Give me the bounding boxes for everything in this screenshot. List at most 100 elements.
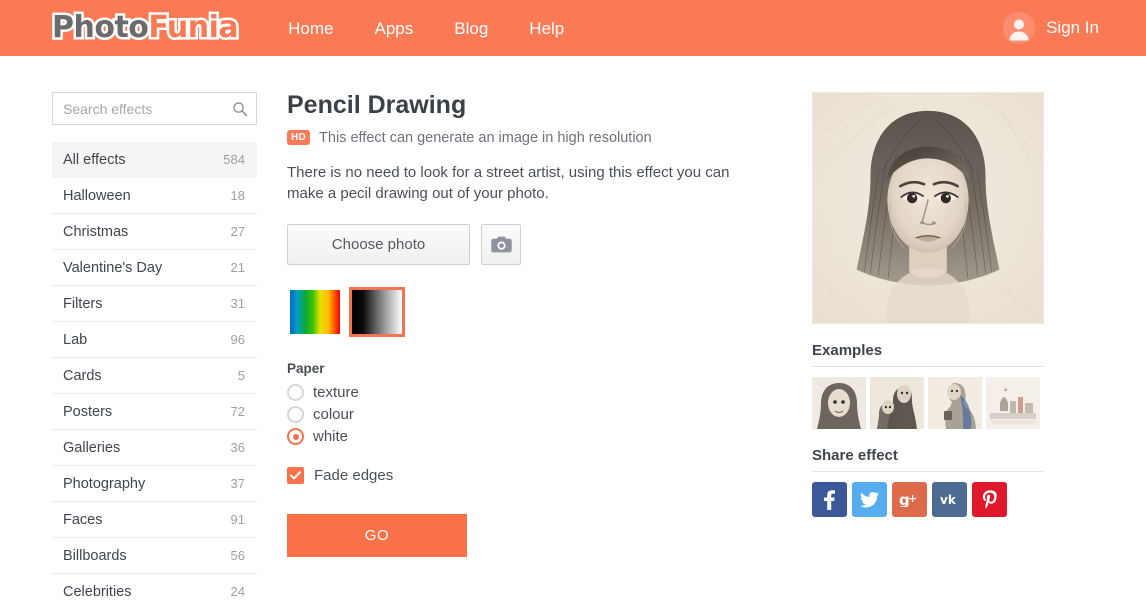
paper-group-label: Paper: [287, 361, 325, 377]
paper-option-texture[interactable]: texture: [287, 384, 757, 402]
category-label: Lab: [63, 331, 88, 348]
sidebar-item-valentines-day[interactable]: Valentine's Day 21: [52, 250, 257, 286]
facebook-icon: [824, 489, 835, 510]
divider: [812, 366, 1044, 367]
example-thumb-person-scarf[interactable]: [928, 377, 982, 429]
sidebar-item-all-effects[interactable]: All effects 584: [52, 142, 257, 178]
sidebar-item-photography[interactable]: Photography 37: [52, 466, 257, 502]
paper-option-label: white: [313, 428, 349, 446]
checkmark-icon: [290, 471, 301, 480]
divider: [812, 471, 1044, 472]
radio-icon[interactable]: [287, 384, 304, 402]
nav-link-home[interactable]: Home: [288, 20, 333, 37]
category-label: Celebrities: [63, 583, 132, 600]
camera-icon: [490, 236, 512, 253]
sidebar-item-billboards[interactable]: Billboards 56: [52, 538, 257, 574]
category-label: Billboards: [63, 547, 127, 564]
share-google-plus-button[interactable]: g +: [892, 482, 927, 517]
examples-list: [812, 377, 1044, 429]
colour-gradient-icon: [290, 290, 340, 335]
search-effects-box[interactable]: [52, 92, 257, 125]
category-count: 56: [230, 548, 245, 563]
examples-heading: Examples: [812, 342, 883, 359]
sidebar-item-filters[interactable]: Filters 31: [52, 286, 257, 322]
sign-in-label: Sign In: [1046, 18, 1099, 37]
paper-option-label: colour: [313, 406, 354, 424]
google-plus-icon: g +: [899, 492, 917, 507]
share-buttons: g + vk: [812, 482, 1044, 517]
category-label: Faces: [63, 511, 103, 528]
share-vk-button[interactable]: vk: [932, 482, 967, 517]
photofunia-logo[interactable]: PhotoFunia: [49, 10, 241, 45]
share-effect-heading: Share effect: [812, 447, 898, 464]
paper-option-colour[interactable]: colour: [287, 406, 757, 424]
category-count: 91: [230, 512, 245, 527]
category-count: 18: [230, 188, 245, 203]
effect-description: There is no need to look for a street ar…: [287, 163, 730, 202]
category-label: Valentine's Day: [63, 259, 163, 276]
sidebar-item-galleries[interactable]: Galleries 36: [52, 430, 257, 466]
category-count: 31: [230, 296, 245, 311]
example-thumb-couple[interactable]: [870, 377, 924, 429]
category-label: Cards: [63, 367, 102, 384]
sidebar: All effects 584 Halloween 18 Christmas 2…: [52, 92, 257, 609]
vk-icon: vk: [940, 493, 957, 506]
sidebar-item-cards[interactable]: Cards 5: [52, 358, 257, 394]
nav-link-help[interactable]: Help: [529, 20, 564, 37]
nav-link-blog[interactable]: Blog: [454, 20, 488, 37]
pinterest-icon: [982, 489, 997, 509]
logo-text-photo: Photo: [49, 10, 151, 45]
category-label: Photography: [63, 475, 146, 492]
page-title: Pencil Drawing: [287, 91, 467, 119]
fade-edges-label: Fade edges: [314, 467, 394, 485]
grayscale-gradient-icon: [352, 290, 402, 335]
webcam-capture-button[interactable]: [481, 224, 521, 266]
category-label: Halloween: [63, 187, 131, 204]
radio-icon[interactable]: [287, 406, 304, 424]
svg-text:+: +: [908, 492, 917, 505]
category-label: Galleries: [63, 439, 121, 456]
effect-panel: Pencil Drawing HD This effect can genera…: [287, 91, 757, 609]
page-body: All effects 584 Halloween 18 Christmas 2…: [0, 56, 1146, 609]
sidebar-item-lab[interactable]: Lab 96: [52, 322, 257, 358]
go-button[interactable]: GO: [287, 514, 467, 558]
share-facebook-button[interactable]: [812, 482, 847, 517]
category-count: 5: [237, 368, 245, 383]
style-swatches: [287, 287, 757, 338]
category-count: 21: [230, 260, 245, 275]
right-column: Examples Share effect g + vk: [812, 92, 1044, 609]
hd-badge: HD: [287, 130, 311, 145]
fade-edges-checkbox-row[interactable]: Fade edges: [287, 467, 757, 485]
logo-text-funia: Funia: [146, 10, 241, 45]
sign-in-button[interactable]: Sign In: [1003, 12, 1099, 44]
site-header: PhotoFunia Home Apps Blog Help Sign In: [0, 0, 1146, 56]
category-count: 37: [230, 476, 245, 491]
sidebar-item-posters[interactable]: Posters 72: [52, 394, 257, 430]
grayscale-gradient-swatch[interactable]: [349, 287, 405, 338]
hd-notice: HD This effect can generate an image in …: [287, 130, 757, 146]
example-thumb-cityscape[interactable]: [986, 377, 1040, 429]
category-count: 72: [230, 404, 245, 419]
checkbox-icon-checked[interactable]: [287, 467, 304, 485]
paper-option-white[interactable]: white: [287, 428, 757, 446]
category-count: 27: [230, 224, 245, 239]
category-count: 96: [230, 332, 245, 347]
sidebar-item-halloween[interactable]: Halloween 18: [52, 178, 257, 214]
colour-gradient-swatch[interactable]: [287, 287, 343, 337]
example-thumb-portrait-woman[interactable]: [812, 377, 866, 429]
sidebar-item-christmas[interactable]: Christmas 27: [52, 214, 257, 250]
svg-text:vk: vk: [940, 493, 957, 506]
upload-controls: Choose photo: [287, 224, 757, 266]
nav-link-apps[interactable]: Apps: [375, 20, 414, 37]
sidebar-item-faces[interactable]: Faces 91: [52, 502, 257, 538]
category-count: 36: [230, 440, 245, 455]
radio-icon-checked[interactable]: [287, 428, 304, 446]
share-twitter-button[interactable]: [852, 482, 887, 517]
choose-photo-button[interactable]: Choose photo: [287, 224, 470, 266]
twitter-icon: [860, 491, 879, 508]
share-pinterest-button[interactable]: [972, 482, 1007, 517]
search-input[interactable]: [53, 93, 256, 124]
sidebar-item-celebrities[interactable]: Celebrities 24: [52, 574, 257, 609]
effect-preview-image: [812, 92, 1044, 324]
category-label: Posters: [63, 403, 113, 420]
